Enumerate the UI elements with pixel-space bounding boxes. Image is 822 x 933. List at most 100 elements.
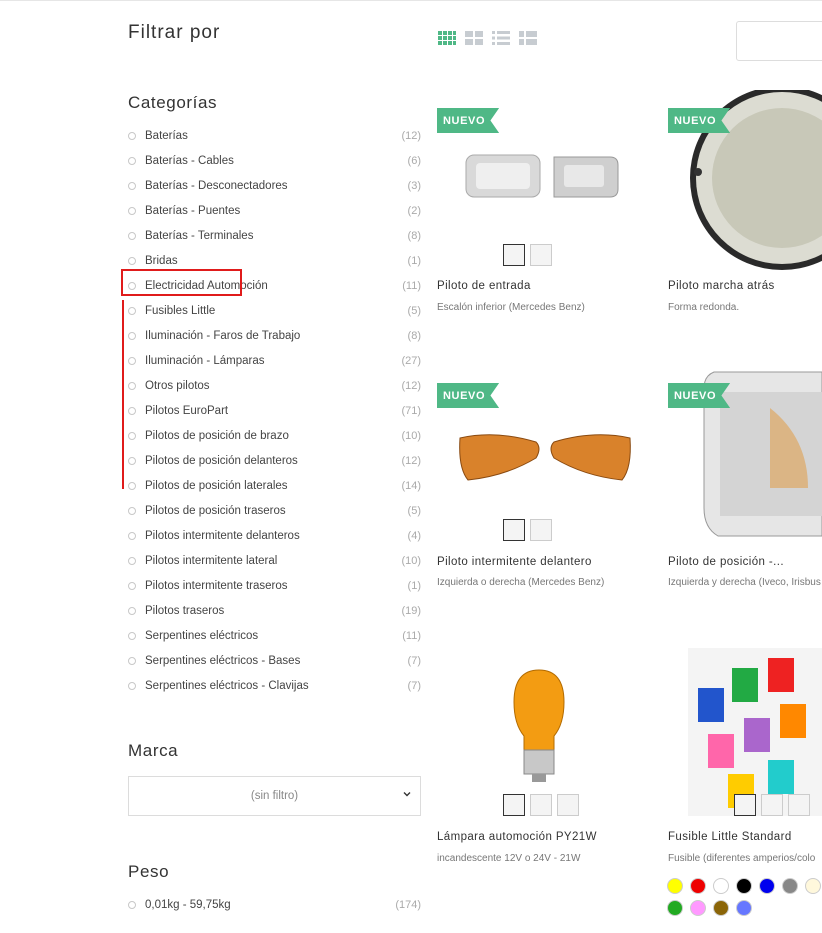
color-swatch[interactable]	[759, 878, 775, 894]
thumbnail[interactable]	[530, 794, 552, 816]
category-label: Baterías - Cables	[145, 154, 234, 167]
category-item[interactable]: Baterías - Terminales (8)	[128, 223, 421, 248]
grid-2-icon[interactable]	[465, 31, 483, 45]
color-swatch[interactable]	[736, 878, 752, 894]
category-label: Otros pilotos	[145, 379, 210, 392]
thumbnail[interactable]	[734, 794, 756, 816]
category-item[interactable]: Pilotos de posición traseros (5)	[128, 498, 421, 523]
product-title[interactable]: Piloto de entrada	[437, 280, 531, 292]
radio-icon	[128, 506, 136, 515]
product-image[interactable]	[460, 147, 632, 205]
category-count: (7)	[407, 679, 421, 692]
category-item[interactable]: Serpentines eléctricos (11)	[128, 623, 421, 648]
product-title[interactable]: Fusible Little Standard	[668, 831, 792, 843]
radio-icon	[128, 231, 136, 240]
product-title[interactable]: Piloto de posición -...	[668, 556, 784, 568]
highlight-annotation-line	[122, 300, 124, 489]
thumbnail[interactable]	[530, 519, 552, 541]
thumbnail[interactable]	[530, 244, 552, 266]
category-item[interactable]: Serpentines eléctricos - Bases (7)	[128, 648, 421, 673]
brand-select[interactable]: (sin filtro)	[128, 776, 421, 816]
radio-icon	[128, 456, 136, 465]
radio-icon	[128, 406, 136, 415]
grid-4-icon[interactable]	[438, 31, 456, 45]
category-label: Pilotos de posición de brazo	[145, 429, 289, 442]
category-item[interactable]: Baterías - Puentes (2)	[128, 198, 421, 223]
category-item[interactable]: Pilotos intermitente delanteros (4)	[128, 523, 421, 548]
color-swatch[interactable]	[690, 900, 706, 916]
category-item[interactable]: Pilotos de posición de brazo (10)	[128, 423, 421, 448]
weight-title: Peso	[128, 862, 170, 881]
chevron-down-icon	[403, 789, 411, 801]
category-label: Pilotos intermitente delanteros	[145, 529, 300, 542]
radio-icon	[128, 381, 136, 390]
product-image[interactable]	[688, 648, 822, 816]
category-count: (12)	[401, 454, 421, 467]
category-item[interactable]: Pilotos intermitente traseros (1)	[128, 573, 421, 598]
category-item[interactable]: Baterías (12)	[128, 123, 421, 148]
category-count: (71)	[401, 404, 421, 417]
category-item[interactable]: Pilotos traseros (19)	[128, 598, 421, 623]
color-swatch[interactable]	[690, 878, 706, 894]
radio-icon	[128, 631, 136, 640]
category-label: Fusibles Little	[145, 304, 216, 317]
product-image[interactable]	[456, 428, 634, 484]
new-badge: NUEVO	[668, 108, 731, 133]
category-label: Baterías - Desconectadores	[145, 179, 288, 192]
color-swatches	[667, 878, 822, 916]
color-swatch[interactable]	[667, 878, 683, 894]
category-label: Bridas	[145, 254, 178, 267]
category-label: Pilotos intermitente lateral	[145, 554, 278, 567]
product-title[interactable]: Piloto intermitente delantero	[437, 556, 592, 568]
category-item[interactable]: Baterías - Desconectadores (3)	[128, 173, 421, 198]
category-count: (12)	[401, 379, 421, 392]
category-item[interactable]: Otros pilotos (12)	[128, 373, 421, 398]
category-item[interactable]: Pilotos intermitente lateral (10)	[128, 548, 421, 573]
list-icon[interactable]	[492, 31, 510, 45]
list-detail-icon[interactable]	[519, 31, 537, 45]
category-item[interactable]: Serpentines eléctricos - Clavijas (7)	[128, 673, 421, 698]
radio-icon	[128, 606, 136, 615]
category-item[interactable]: Iluminación - Faros de Trabajo (8)	[128, 323, 421, 348]
category-label: Serpentines eléctricos	[145, 629, 259, 642]
category-label: Pilotos traseros	[145, 604, 225, 617]
color-swatch[interactable]	[667, 900, 683, 916]
color-swatch[interactable]	[805, 878, 821, 894]
category-item[interactable]: Baterías - Cables (6)	[128, 148, 421, 173]
radio-icon	[128, 656, 136, 665]
category-count: (7)	[407, 654, 421, 667]
category-item[interactable]: Pilotos de posición delanteros (12)	[128, 448, 421, 473]
category-item[interactable]: Fusibles Little (5)	[128, 298, 421, 323]
category-count: (11)	[402, 629, 421, 642]
product-subtitle: Fusible (diferentes amperios/colo	[668, 853, 816, 864]
product-image[interactable]	[510, 668, 568, 784]
thumbnail[interactable]	[503, 244, 525, 266]
category-count: (3)	[407, 179, 421, 192]
thumbnail[interactable]	[788, 794, 810, 816]
search-input[interactable]	[736, 21, 822, 61]
radio-icon	[128, 481, 136, 490]
new-badge: NUEVO	[437, 108, 500, 133]
radio-icon	[128, 431, 136, 440]
category-count: (6)	[407, 154, 421, 167]
color-swatch[interactable]	[782, 878, 798, 894]
category-item[interactable]: Iluminación - Lámparas (27)	[128, 348, 421, 373]
category-count: (19)	[401, 604, 421, 617]
weight-filter-option[interactable]: 0,01kg - 59,75kg (174)	[128, 892, 421, 917]
category-count: (10)	[401, 554, 421, 567]
category-count: (1)	[407, 579, 421, 592]
color-swatch[interactable]	[713, 878, 729, 894]
thumbnail[interactable]	[503, 519, 525, 541]
thumbnail[interactable]	[761, 794, 783, 816]
color-swatch[interactable]	[713, 900, 729, 916]
product-subtitle: Forma redonda.	[668, 302, 740, 313]
category-item[interactable]: Pilotos de posición laterales (14)	[128, 473, 421, 498]
thumbnail[interactable]	[557, 794, 579, 816]
product-title[interactable]: Lámpara automoción PY21W	[437, 831, 597, 843]
brand-title: Marca	[128, 741, 179, 760]
thumbnail[interactable]	[503, 794, 525, 816]
product-title[interactable]: Piloto marcha atrás	[668, 280, 775, 292]
color-swatch[interactable]	[736, 900, 752, 916]
category-item[interactable]: Pilotos EuroPart (71)	[128, 398, 421, 423]
category-label: Baterías	[145, 129, 188, 142]
